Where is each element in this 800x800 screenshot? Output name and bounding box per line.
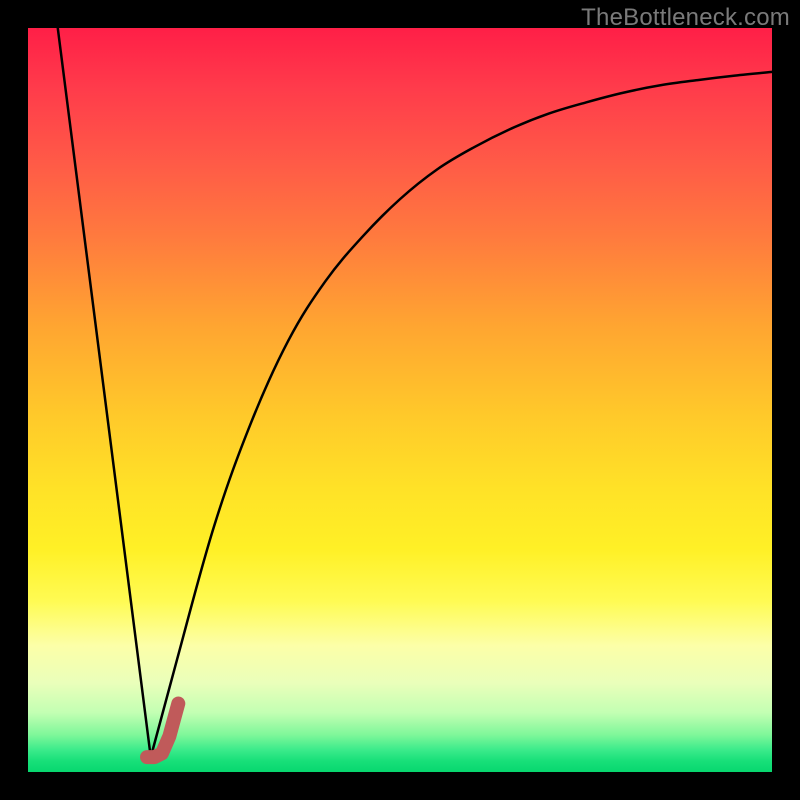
curve-svg (28, 28, 772, 772)
chart-frame: TheBottleneck.com (0, 0, 800, 800)
left-descending-segment (58, 28, 151, 757)
right-rising-curve (151, 72, 772, 757)
plot-area (28, 28, 772, 772)
